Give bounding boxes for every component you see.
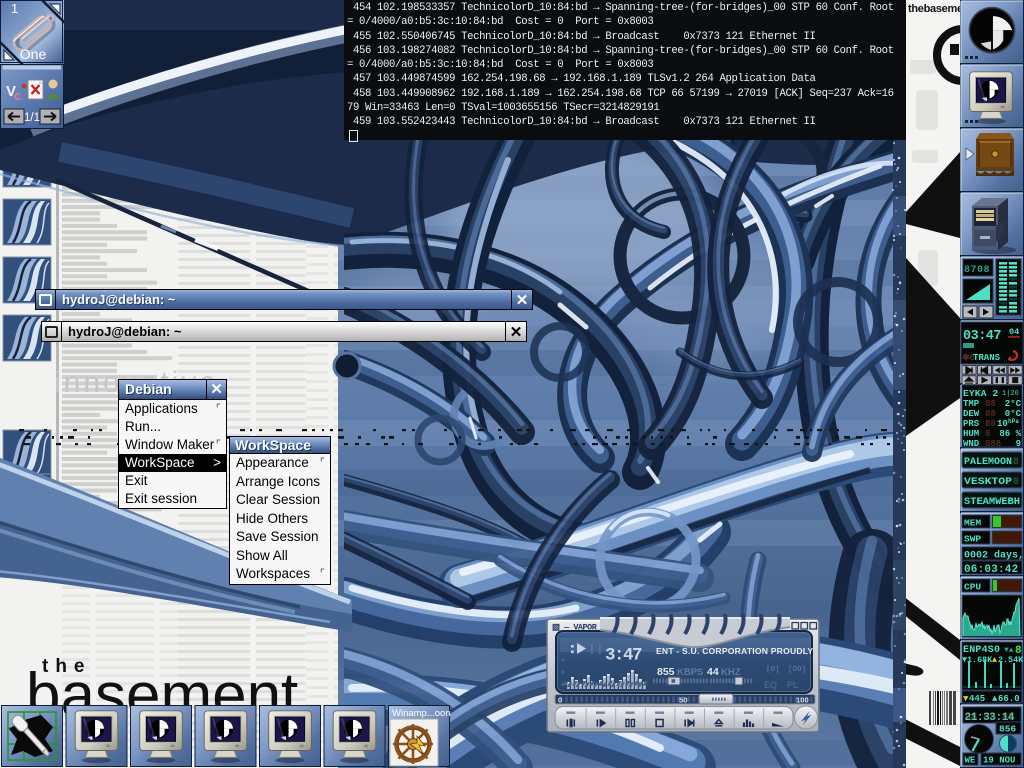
svg-text:Winamp...oon: Winamp...oon [392,708,451,719]
